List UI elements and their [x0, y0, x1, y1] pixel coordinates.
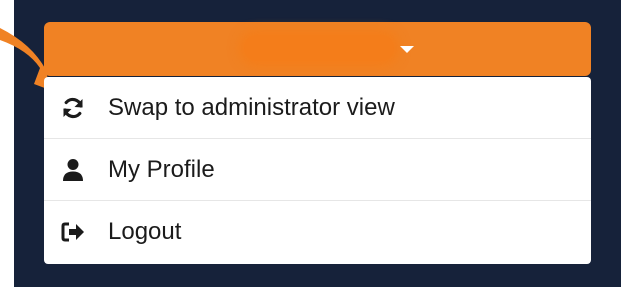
menu-item-swap-admin-view[interactable]: Swap to administrator view	[44, 77, 591, 139]
menu-item-my-profile[interactable]: My Profile	[44, 139, 591, 201]
menu-item-logout[interactable]: Logout	[44, 201, 591, 263]
menu-item-label: Logout	[108, 218, 182, 245]
user-name-label	[244, 35, 394, 61]
sign-out-icon	[60, 219, 86, 245]
user-dropdown-toggle[interactable]	[44, 22, 591, 76]
user-icon	[60, 157, 86, 183]
caret-down-icon	[400, 46, 414, 53]
pointer-arrow-icon	[0, 28, 50, 90]
menu-item-label: Swap to administrator view	[108, 93, 395, 121]
screenshot-stage: Swap to administrator view My Profile Lo…	[0, 0, 621, 287]
dropdown-menu: Swap to administrator view My Profile Lo…	[44, 77, 591, 264]
sync-icon	[60, 95, 86, 121]
menu-item-label: My Profile	[108, 155, 215, 183]
